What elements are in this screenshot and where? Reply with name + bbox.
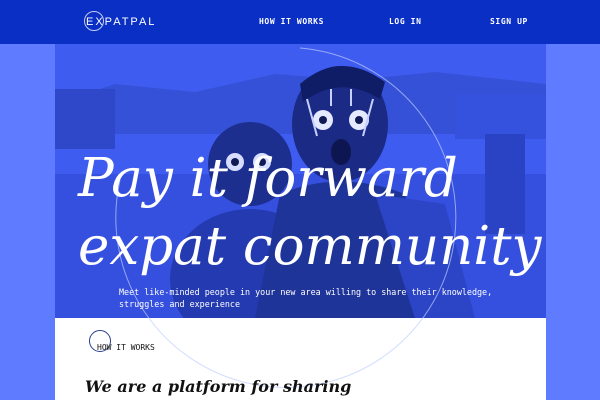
section-label: HOW IT WORKS [97, 343, 155, 352]
top-navigation-bar: EXPATPAL HOW IT WORKS LOG IN SIGN UP [0, 0, 600, 44]
nav-link-sign-up[interactable]: SIGN UP [490, 17, 528, 26]
hero-title-line-1: Pay it forward [78, 148, 458, 209]
logo-text: EXPATPAL [86, 16, 157, 28]
section-headline: We are a platform for sharing [85, 377, 352, 396]
hero-title: Pay it forward expat community [78, 145, 542, 281]
nav-link-how-it-works[interactable]: HOW IT WORKS [259, 17, 324, 26]
hero-subtitle: Meet like-minded people in your new area… [119, 287, 493, 309]
hero-title-line-2: expat community [78, 216, 542, 277]
nav-link-log-in[interactable]: LOG IN [389, 17, 422, 26]
logo[interactable]: EXPATPAL [84, 11, 157, 31]
